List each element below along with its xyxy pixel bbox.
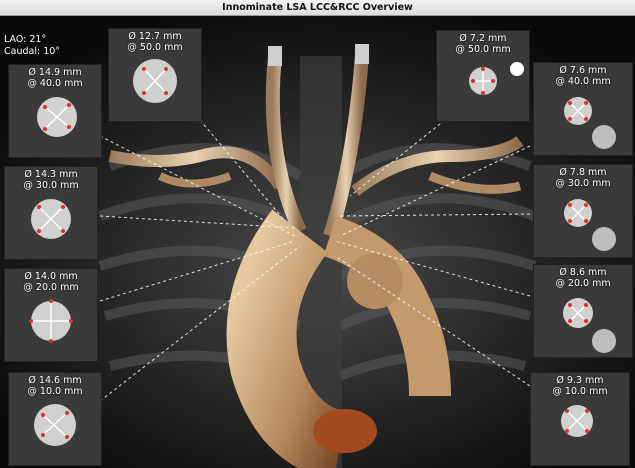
position-label: @ 50.0 mm (455, 44, 511, 55)
cross-section-inset-left-40mm[interactable]: Ø 14.9 mm @ 40.0 mm (8, 64, 102, 158)
3d-viewport[interactable]: LAO: 21° Caudal: 10° Ø 12.7 mm @ 50.0 mm (0, 16, 635, 468)
position-label: @ 20.0 mm (555, 278, 611, 289)
position-label: @ 40.0 mm (555, 76, 611, 87)
position-label: @ 50.0 mm (127, 42, 183, 53)
position-label: @ 40.0 mm (27, 78, 83, 89)
lao-angle: LAO: 21° (4, 34, 47, 45)
diameter-label: Ø 7.2 mm (459, 33, 507, 44)
cross-section-inset-left-10mm[interactable]: Ø 14.6 mm @ 10.0 mm (8, 372, 102, 466)
cross-section-inset-right-10mm[interactable]: Ø 9.3 mm @ 10.0 mm (530, 372, 630, 466)
app-window: Innominate LSA LCC&RCC Overview LAO: 21°… (0, 0, 635, 468)
position-label: @ 30.0 mm (23, 180, 79, 191)
diameter-label: Ø 7.8 mm (559, 167, 607, 178)
diameter-label: Ø 12.7 mm (128, 31, 182, 42)
cross-section-inset-right-50mm[interactable]: Ø 7.2 mm @ 50.0 mm (436, 30, 530, 122)
window-title: Innominate LSA LCC&RCC Overview (0, 0, 635, 16)
diameter-label: Ø 14.0 mm (24, 271, 78, 282)
position-label: @ 10.0 mm (552, 386, 608, 397)
diameter-label: Ø 14.3 mm (24, 169, 78, 180)
caudal-angle: Caudal: 10° (4, 46, 61, 57)
view-orientation: LAO: 21° Caudal: 10° (4, 34, 60, 58)
position-label: @ 30.0 mm (555, 178, 611, 189)
position-label: @ 20.0 mm (23, 282, 79, 293)
diameter-label: Ø 8.6 mm (559, 267, 607, 278)
cross-section-inset-right-20mm[interactable]: Ø 8.6 mm @ 20.0 mm (533, 264, 633, 358)
position-label: @ 10.0 mm (27, 386, 83, 397)
cross-section-inset-left-20mm[interactable]: Ø 14.0 mm @ 20.0 mm (4, 268, 98, 362)
cross-section-inset-left-30mm[interactable]: Ø 14.3 mm @ 30.0 mm (4, 166, 98, 260)
diameter-label: Ø 14.6 mm (28, 375, 82, 386)
diameter-label: Ø 7.6 mm (559, 65, 607, 76)
cross-section-inset-lsa-50mm[interactable]: Ø 12.7 mm @ 50.0 mm (108, 28, 202, 122)
cross-section-inset-right-40mm[interactable]: Ø 7.6 mm @ 40.0 mm (533, 62, 633, 156)
diameter-label: Ø 9.3 mm (556, 375, 604, 386)
cross-section-inset-right-30mm[interactable]: Ø 7.8 mm @ 30.0 mm (533, 164, 633, 258)
diameter-label: Ø 14.9 mm (28, 67, 82, 78)
